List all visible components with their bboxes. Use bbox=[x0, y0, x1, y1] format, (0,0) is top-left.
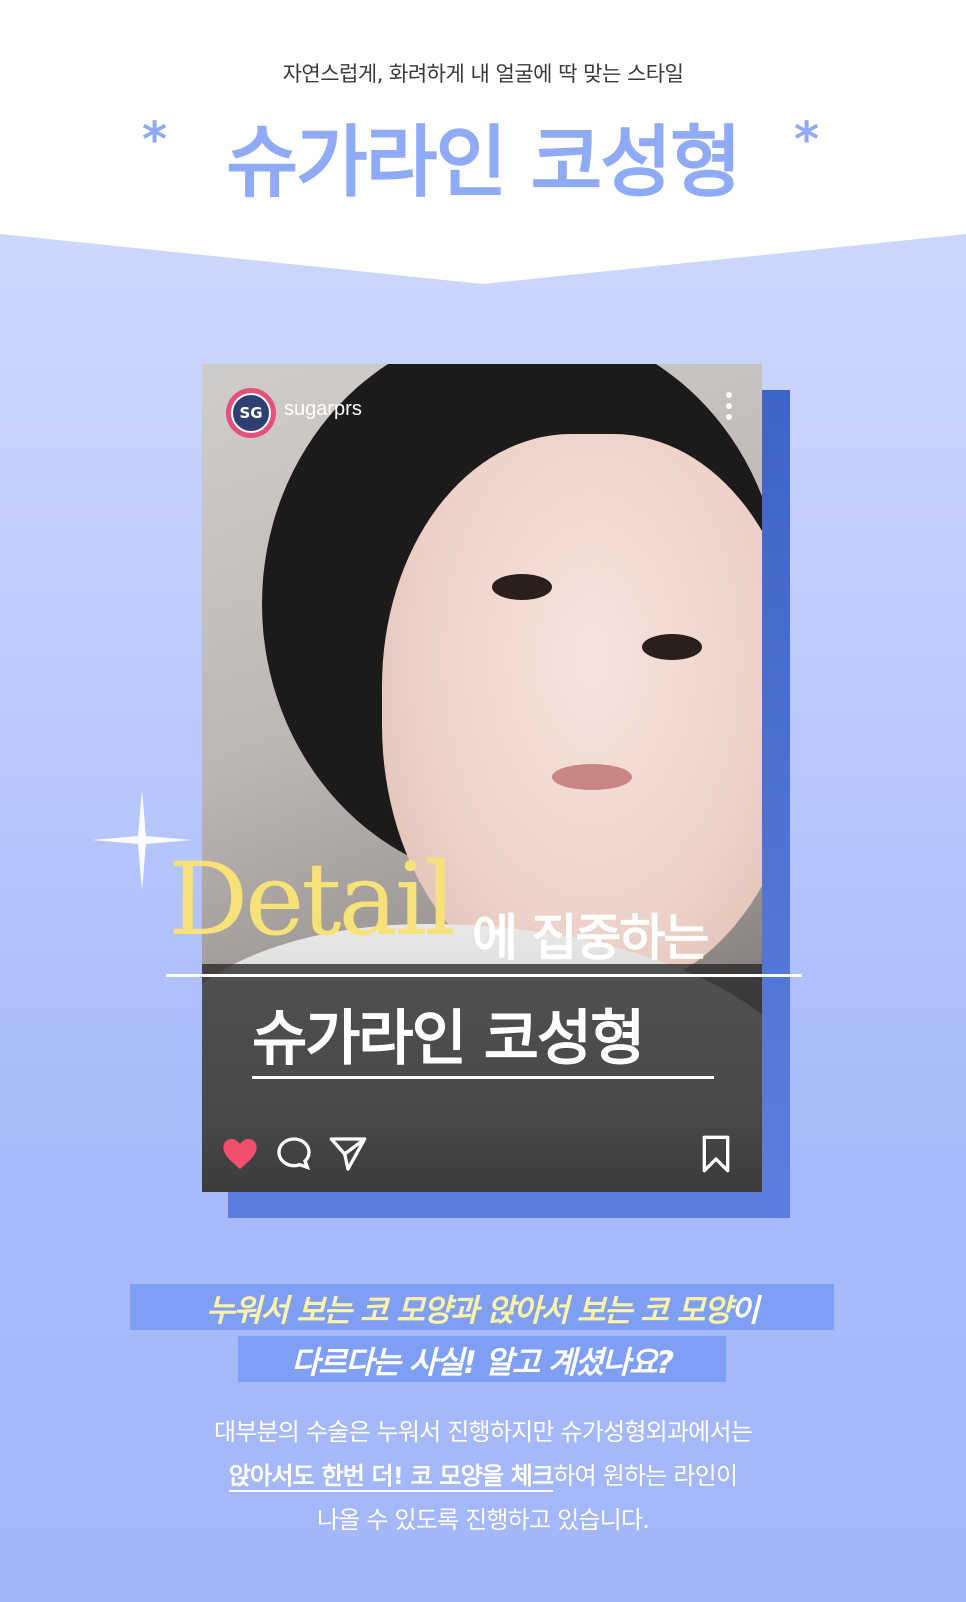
body-emphasis: 앉아서도 한번 더! 코 모양을 체크 bbox=[228, 1462, 554, 1492]
highlight-line-1-suffix: 이 bbox=[730, 1292, 760, 1329]
body-text-line-2-rest: 하여 원하는 라인이 bbox=[553, 1462, 738, 1490]
avatar-logo: SG bbox=[231, 393, 271, 433]
heart-icon[interactable] bbox=[220, 1134, 260, 1178]
procedure-name: 슈가라인 코성형 bbox=[252, 1004, 645, 1074]
highlight-line-2: 다르다는 사실! 알고 계셨나요? bbox=[238, 1336, 726, 1382]
body-text-line-1: 대부분의 수술은 누워서 진행하지만 슈가성형외과에서는 bbox=[213, 1418, 753, 1446]
post-username[interactable]: sugarprs bbox=[284, 398, 362, 421]
comment-icon[interactable] bbox=[274, 1134, 314, 1178]
share-send-icon[interactable] bbox=[328, 1134, 368, 1178]
divider-line bbox=[166, 974, 802, 977]
more-options-icon[interactable] bbox=[724, 392, 734, 428]
body-text-line-2: 앉아서도 한번 더! 코 모양을 체크하여 원하는 라인이 bbox=[0, 1456, 966, 1492]
focus-text: 에 집중하는 bbox=[472, 909, 709, 967]
body-text-line-3: 나올 수 있도록 진행하고 있습니다. bbox=[316, 1506, 650, 1534]
highlight-line-1: 누워서 보는 코 모양과 앉아서 보는 코 모양 이 bbox=[130, 1284, 834, 1330]
photo-eye-right bbox=[642, 634, 702, 660]
profile-avatar[interactable]: SG bbox=[226, 388, 276, 438]
post-action-bar bbox=[202, 1134, 762, 1184]
bookmark-icon[interactable] bbox=[696, 1134, 736, 1178]
highlight-line-1-text: 누워서 보는 코 모양과 앉아서 보는 코 모양 bbox=[206, 1292, 732, 1329]
asterisk-right-icon: * bbox=[794, 112, 820, 168]
header-subtitle: 자연스럽게, 화려하게 내 얼굴에 딱 맞는 스타일 bbox=[282, 62, 684, 86]
highlight-line-2-text: 다르다는 사실! 알고 계셨나요? bbox=[291, 1344, 674, 1381]
underline-divider bbox=[252, 1076, 714, 1079]
detail-word: Detail bbox=[168, 841, 456, 958]
photo-lips bbox=[552, 764, 632, 790]
photo-eye-left bbox=[492, 574, 552, 600]
header-title: 슈가라인 코성형 bbox=[226, 118, 741, 208]
